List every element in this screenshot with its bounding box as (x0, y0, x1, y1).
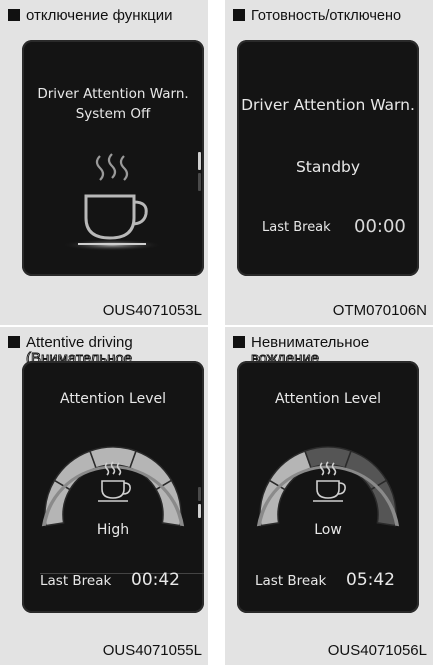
cluster-screen: Attention Level High Last Break 00:42 (22, 361, 204, 613)
bullet-square-icon (233, 9, 245, 21)
last-break-value: 05:42 (346, 570, 395, 590)
coffee-cup-icon (62, 153, 162, 251)
heading-text: отключение функции (26, 7, 173, 24)
figure-code: OTM070106N (332, 302, 427, 319)
figure-code: OUS4071056L (327, 642, 427, 659)
gauge-segment (304, 446, 352, 469)
last-break-value: 00:00 (354, 216, 406, 237)
last-break-value: 00:42 (131, 570, 180, 590)
scroll-indicator-active (198, 504, 201, 518)
screen-line-2: System Off (75, 106, 151, 122)
attention-level-title: Attention Level (274, 391, 382, 407)
gauge-segment (155, 479, 182, 527)
panel-standby: Готовность/отключено Driver Attention Wa… (225, 0, 433, 325)
cluster-screen: Driver Attention Warn. Standby Last Brea… (237, 40, 419, 276)
last-break-label: Last Break (255, 573, 327, 589)
attention-level-title: Attention Level (59, 391, 167, 407)
bullet-square-icon (233, 336, 245, 348)
attention-level-value: Low (314, 522, 342, 538)
bullet-square-icon (8, 9, 20, 21)
gauge-segment (370, 479, 397, 527)
figure-code: OUS4071055L (102, 642, 202, 659)
screen-title: Driver Attention Warn. (241, 96, 415, 114)
panel-heading: отключение функции (8, 8, 204, 24)
status-text: Standby (295, 158, 361, 176)
heading-main: Невнимательное (251, 334, 370, 351)
panel-attentive: Attentive driving (Внимательное вождение… (0, 327, 208, 665)
panel-inattentive: Невнимательное вождение Attention Level … (225, 327, 433, 665)
attention-level-value: High (96, 522, 130, 538)
panel-system-off: отключение функции Driver Attention Warn… (0, 0, 208, 325)
bullet-square-icon (8, 336, 20, 348)
heading-main: Attentive driving (26, 334, 133, 351)
gauge-segment (89, 446, 137, 469)
scroll-indicator (198, 487, 201, 501)
scroll-indicator (198, 173, 201, 191)
heading-text: Готовность/отключено (251, 8, 402, 24)
panel-heading: Готовность/отключено (233, 8, 429, 24)
cluster-screen: Driver Attention Warn. System Off (22, 40, 204, 276)
last-break-label: Last Break (40, 573, 112, 589)
screen-line-1: Driver Attention Warn. (37, 86, 189, 102)
figure-code: OUS4071053L (102, 302, 202, 319)
scroll-indicator-active (198, 152, 201, 170)
last-break-label: Last Break (262, 220, 331, 235)
cluster-screen: Attention Level Low Last Break 05:42 (237, 361, 419, 613)
